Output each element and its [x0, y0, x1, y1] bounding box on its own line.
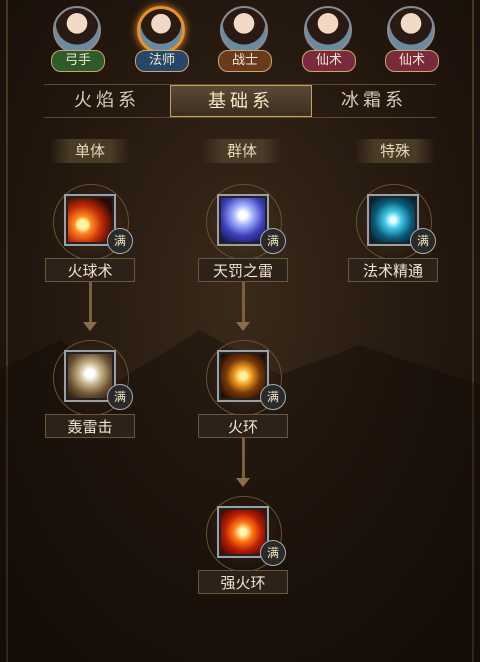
hero-immortal-2[interactable]: 仙术: [381, 4, 441, 72]
skill-heavenly-thunder[interactable]: 满 天罚之雷: [198, 184, 288, 294]
max-level-badge: 满: [260, 540, 286, 566]
tab-fire[interactable]: 火焰系: [44, 85, 170, 117]
hero-mage[interactable]: 法师: [131, 4, 191, 72]
skill-name: 火球术: [45, 258, 135, 282]
hero-portrait: [53, 6, 101, 54]
hero-class-label: 战士: [218, 50, 272, 72]
column-area: 群体: [202, 139, 282, 163]
max-level-badge: 满: [410, 228, 436, 254]
arrow-down-icon: [236, 478, 250, 487]
tab-basic[interactable]: 基础系: [170, 85, 312, 117]
hero-class-label: 仙术: [302, 50, 356, 72]
skill-name: 强火环: [198, 570, 288, 594]
skill-name: 法术精通: [348, 258, 438, 282]
skill-name: 火环: [198, 414, 288, 438]
hero-archer[interactable]: 弓手: [47, 4, 107, 72]
skill-fire-ring[interactable]: 满 火环: [198, 340, 288, 450]
hero-class-label: 仙术: [385, 50, 439, 72]
hero-class-label: 弓手: [51, 50, 105, 72]
hero-portrait: [137, 6, 185, 54]
hero-selector: 弓手 法师 战士 仙术 仙术: [0, 4, 480, 72]
hero-immortal-1[interactable]: 仙术: [298, 4, 358, 72]
skill-school-tabs: 火焰系 基础系 冰霜系: [44, 84, 436, 118]
arrow-down-icon: [83, 322, 97, 331]
max-level-badge: 满: [107, 384, 133, 410]
tab-frost[interactable]: 冰霜系: [312, 85, 436, 117]
column-special: 特殊: [355, 139, 435, 163]
arrow-down-icon: [236, 322, 250, 331]
hero-portrait: [304, 6, 352, 54]
hero-warrior[interactable]: 战士: [214, 4, 274, 72]
max-level-badge: 满: [260, 384, 286, 410]
hero-portrait: [220, 6, 268, 54]
skill-arcane-mastery[interactable]: 满 法术精通: [348, 184, 438, 294]
hero-class-label: 法师: [135, 50, 189, 72]
skill-name: 轰雷击: [45, 414, 135, 438]
max-level-badge: 满: [260, 228, 286, 254]
skill-name: 天罚之雷: [198, 258, 288, 282]
skill-greater-fire-ring[interactable]: 满 强火环: [198, 496, 288, 606]
skill-lightning-strike[interactable]: 满 轰雷击: [45, 340, 135, 450]
max-level-badge: 满: [107, 228, 133, 254]
hero-portrait: [387, 6, 435, 54]
skill-fireball[interactable]: 满 火球术: [45, 184, 135, 294]
column-single-target: 单体: [50, 139, 130, 163]
